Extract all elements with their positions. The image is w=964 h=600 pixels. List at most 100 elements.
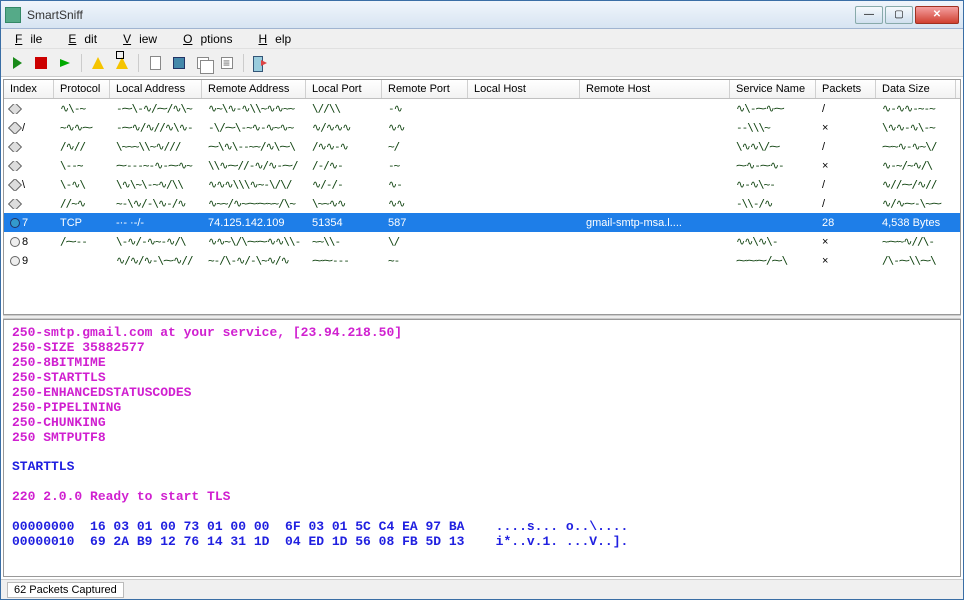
packet-detail-panel: 250-smtp.gmail.com at your service, [23.…	[3, 319, 961, 577]
detail-line: 220 2.0.0 Ready to start TLS	[12, 490, 952, 505]
table-cell: -⁓\-∿/⁓/∿\~	[110, 102, 202, 115]
table-row[interactable]: ∿\-~-⁓\-∿/⁓/∿\~∿~\∿-∿\\~∿∿~~\//\\-∿∿\-⁓∿…	[4, 99, 960, 118]
col-packets[interactable]: Packets	[816, 80, 876, 98]
start-capture-button[interactable]	[7, 53, 27, 73]
detail-line	[12, 475, 952, 490]
col-local-port[interactable]: Local Port	[306, 80, 382, 98]
col-remote-host[interactable]: Remote Host	[580, 80, 730, 98]
table-cell: ×	[816, 160, 876, 172]
display-filter-button[interactable]	[112, 53, 132, 73]
table-row[interactable]: \\-∿\\∿\~\-~∿/\\∿∿∿\\\∿~-\/\/∿/-/-∿-∿-∿\…	[4, 175, 960, 194]
table-cell: ∿∿∿\\\∿~-\/\/	[202, 178, 306, 191]
col-index[interactable]: Index	[4, 80, 54, 98]
table-cell: \	[4, 179, 54, 191]
table-cell: ∿∿~\/\⁓⁓∿∿\\-	[202, 235, 306, 248]
menu-options[interactable]: Options	[175, 30, 248, 48]
detail-line: 250-STARTTLS	[12, 371, 952, 386]
table-cell: \//\\	[306, 102, 382, 115]
detail-line	[12, 446, 952, 461]
connections-table: Index Protocol Local Address Remote Addr…	[3, 79, 961, 315]
table-cell: ⁓⁓⁓/⁓\	[730, 254, 816, 267]
table-cell: /-/∿-	[306, 159, 382, 172]
table-cell: ×	[816, 255, 876, 267]
table-row[interactable]: /~∿∿⁓-⁓∿/∿//∿\∿--\/⁓\-~∿-∿~∿~∿/∿∿∿∿∿--\\…	[4, 118, 960, 137]
table-cell: ∿~~/∿~⁓⁓~~/\~	[202, 197, 306, 210]
maximize-button[interactable]: ▢	[885, 6, 913, 24]
table-cell: 4,538 Bytes	[876, 217, 956, 229]
table-cell: -⁓∿/∿//∿\∿-	[110, 121, 202, 134]
col-protocol[interactable]: Protocol	[54, 80, 110, 98]
col-data-size[interactable]: Data Size	[876, 80, 956, 98]
table-hscrollbar[interactable]	[4, 296, 960, 314]
diamond-icon	[8, 122, 22, 134]
exit-button[interactable]	[250, 53, 270, 73]
table-cell: //~∿	[54, 197, 110, 210]
col-remote-address[interactable]: Remote Address	[202, 80, 306, 98]
table-cell: /	[816, 141, 876, 153]
table-cell: /\-⁓\\⁓\	[876, 254, 956, 267]
menu-file[interactable]: File	[7, 30, 58, 48]
table-row[interactable]: \--~⁓---~-∿-⁓∿~\\∿⁓//-∿/∿-⁓//-/∿--~⁓∿-⁓∿…	[4, 156, 960, 175]
detail-line: 250-ENHANCEDSTATUSCODES	[12, 386, 952, 401]
menu-view[interactable]: View	[115, 30, 173, 48]
table-cell: ⁓~∿-∿~\/	[876, 140, 956, 153]
table-cell: -~	[382, 159, 468, 172]
capture-flag-button[interactable]	[55, 53, 75, 73]
table-cell: ⁓---~-∿-⁓∿~	[110, 159, 202, 172]
table-body[interactable]: ∿\-~-⁓\-∿/⁓/∿\~∿~\∿-∿\\~∿∿~~\//\\-∿∿\-⁓∿…	[4, 99, 960, 296]
filter-button[interactable]	[88, 53, 108, 73]
packet-detail-text[interactable]: 250-smtp.gmail.com at your service, [23.…	[4, 320, 960, 576]
table-cell: TCP	[54, 217, 110, 229]
table-cell: ×	[816, 122, 876, 134]
menu-help[interactable]: Help	[250, 30, 307, 48]
col-local-host[interactable]: Local Host	[468, 80, 580, 98]
detail-line: 250-CHUNKING	[12, 416, 952, 431]
circle-icon	[10, 237, 20, 247]
col-service-name[interactable]: Service Name	[730, 80, 816, 98]
table-cell: ∿~\∿-∿\\~∿∿~~	[202, 102, 306, 115]
diamond-icon	[8, 161, 22, 171]
detail-line	[12, 505, 952, 520]
table-row[interactable]: 9∿/∿/∿-\⁓∿//~-/\-∿/-\~∿/∿⁓⁓---~-⁓⁓⁓/⁓\×/…	[4, 251, 960, 270]
table-row[interactable]: /∿//\~~~\\~∿///⁓\∿\--~~/∿\⁓\/∿∿-∿~/\∿∿\/…	[4, 137, 960, 156]
table-cell: ∿\-~	[54, 102, 110, 115]
table-cell: -∿	[382, 102, 468, 115]
save-button[interactable]	[169, 53, 189, 73]
status-text: 62 Packets Captured	[7, 582, 124, 598]
minimize-button[interactable]: —	[855, 6, 883, 24]
exit-icon	[253, 56, 267, 70]
circle-blue-icon	[10, 218, 20, 228]
table-row[interactable]: 7TCP-·- ·-/-74.125.142.10951354587gmail-…	[4, 213, 960, 232]
copy-button[interactable]	[193, 53, 213, 73]
table-cell: /	[816, 103, 876, 115]
table-cell: ∿/∿∿∿	[306, 121, 382, 134]
table-cell: ∿-~/~∿/\	[876, 159, 956, 172]
table-cell: ~/	[382, 140, 468, 153]
table-header: Index Protocol Local Address Remote Addr…	[4, 80, 960, 99]
table-cell: ∿/∿/∿-\⁓∿//	[110, 254, 202, 267]
menu-bar: File Edit View Options Help	[1, 29, 963, 49]
table-cell: 74.125.142.109	[202, 217, 306, 229]
table-cell: /	[816, 198, 876, 210]
stop-capture-button[interactable]	[31, 53, 51, 73]
table-cell: -\/⁓\-~∿-∿~∿~	[202, 121, 306, 134]
table-cell: \--~	[54, 159, 110, 172]
detail-line: 00000000 16 03 01 00 73 01 00 00 6F 03 0…	[12, 520, 952, 535]
table-cell: ⁓∿-⁓∿-	[730, 159, 816, 172]
menu-edit[interactable]: Edit	[60, 30, 113, 48]
properties-button[interactable]	[217, 53, 237, 73]
table-cell	[4, 161, 54, 171]
table-row[interactable]: 8/⁓--\-∿/-∿~-∿/\∿∿~\/\⁓⁓∿∿\\-~~\\-\/∿∿\∿…	[4, 232, 960, 251]
table-cell: ∿-∿\~-	[730, 178, 816, 191]
table-row[interactable]: //~∿~-\∿/-\∿-/∿∿~~/∿~⁓⁓~~/\~\~~∿∿∿∿-\\-/…	[4, 194, 960, 213]
table-cell: \/	[382, 235, 468, 248]
table-cell: 7	[4, 217, 54, 229]
close-button[interactable]: ✕	[915, 6, 959, 24]
col-local-address[interactable]: Local Address	[110, 80, 202, 98]
app-icon	[5, 7, 21, 23]
diamond-icon	[8, 199, 22, 209]
col-remote-port[interactable]: Remote Port	[382, 80, 468, 98]
new-button[interactable]	[145, 53, 165, 73]
title-bar: SmartSniff — ▢ ✕	[1, 1, 963, 29]
detail-line: 00000010 69 2A B9 12 76 14 31 1D 04 ED 1…	[12, 535, 952, 550]
